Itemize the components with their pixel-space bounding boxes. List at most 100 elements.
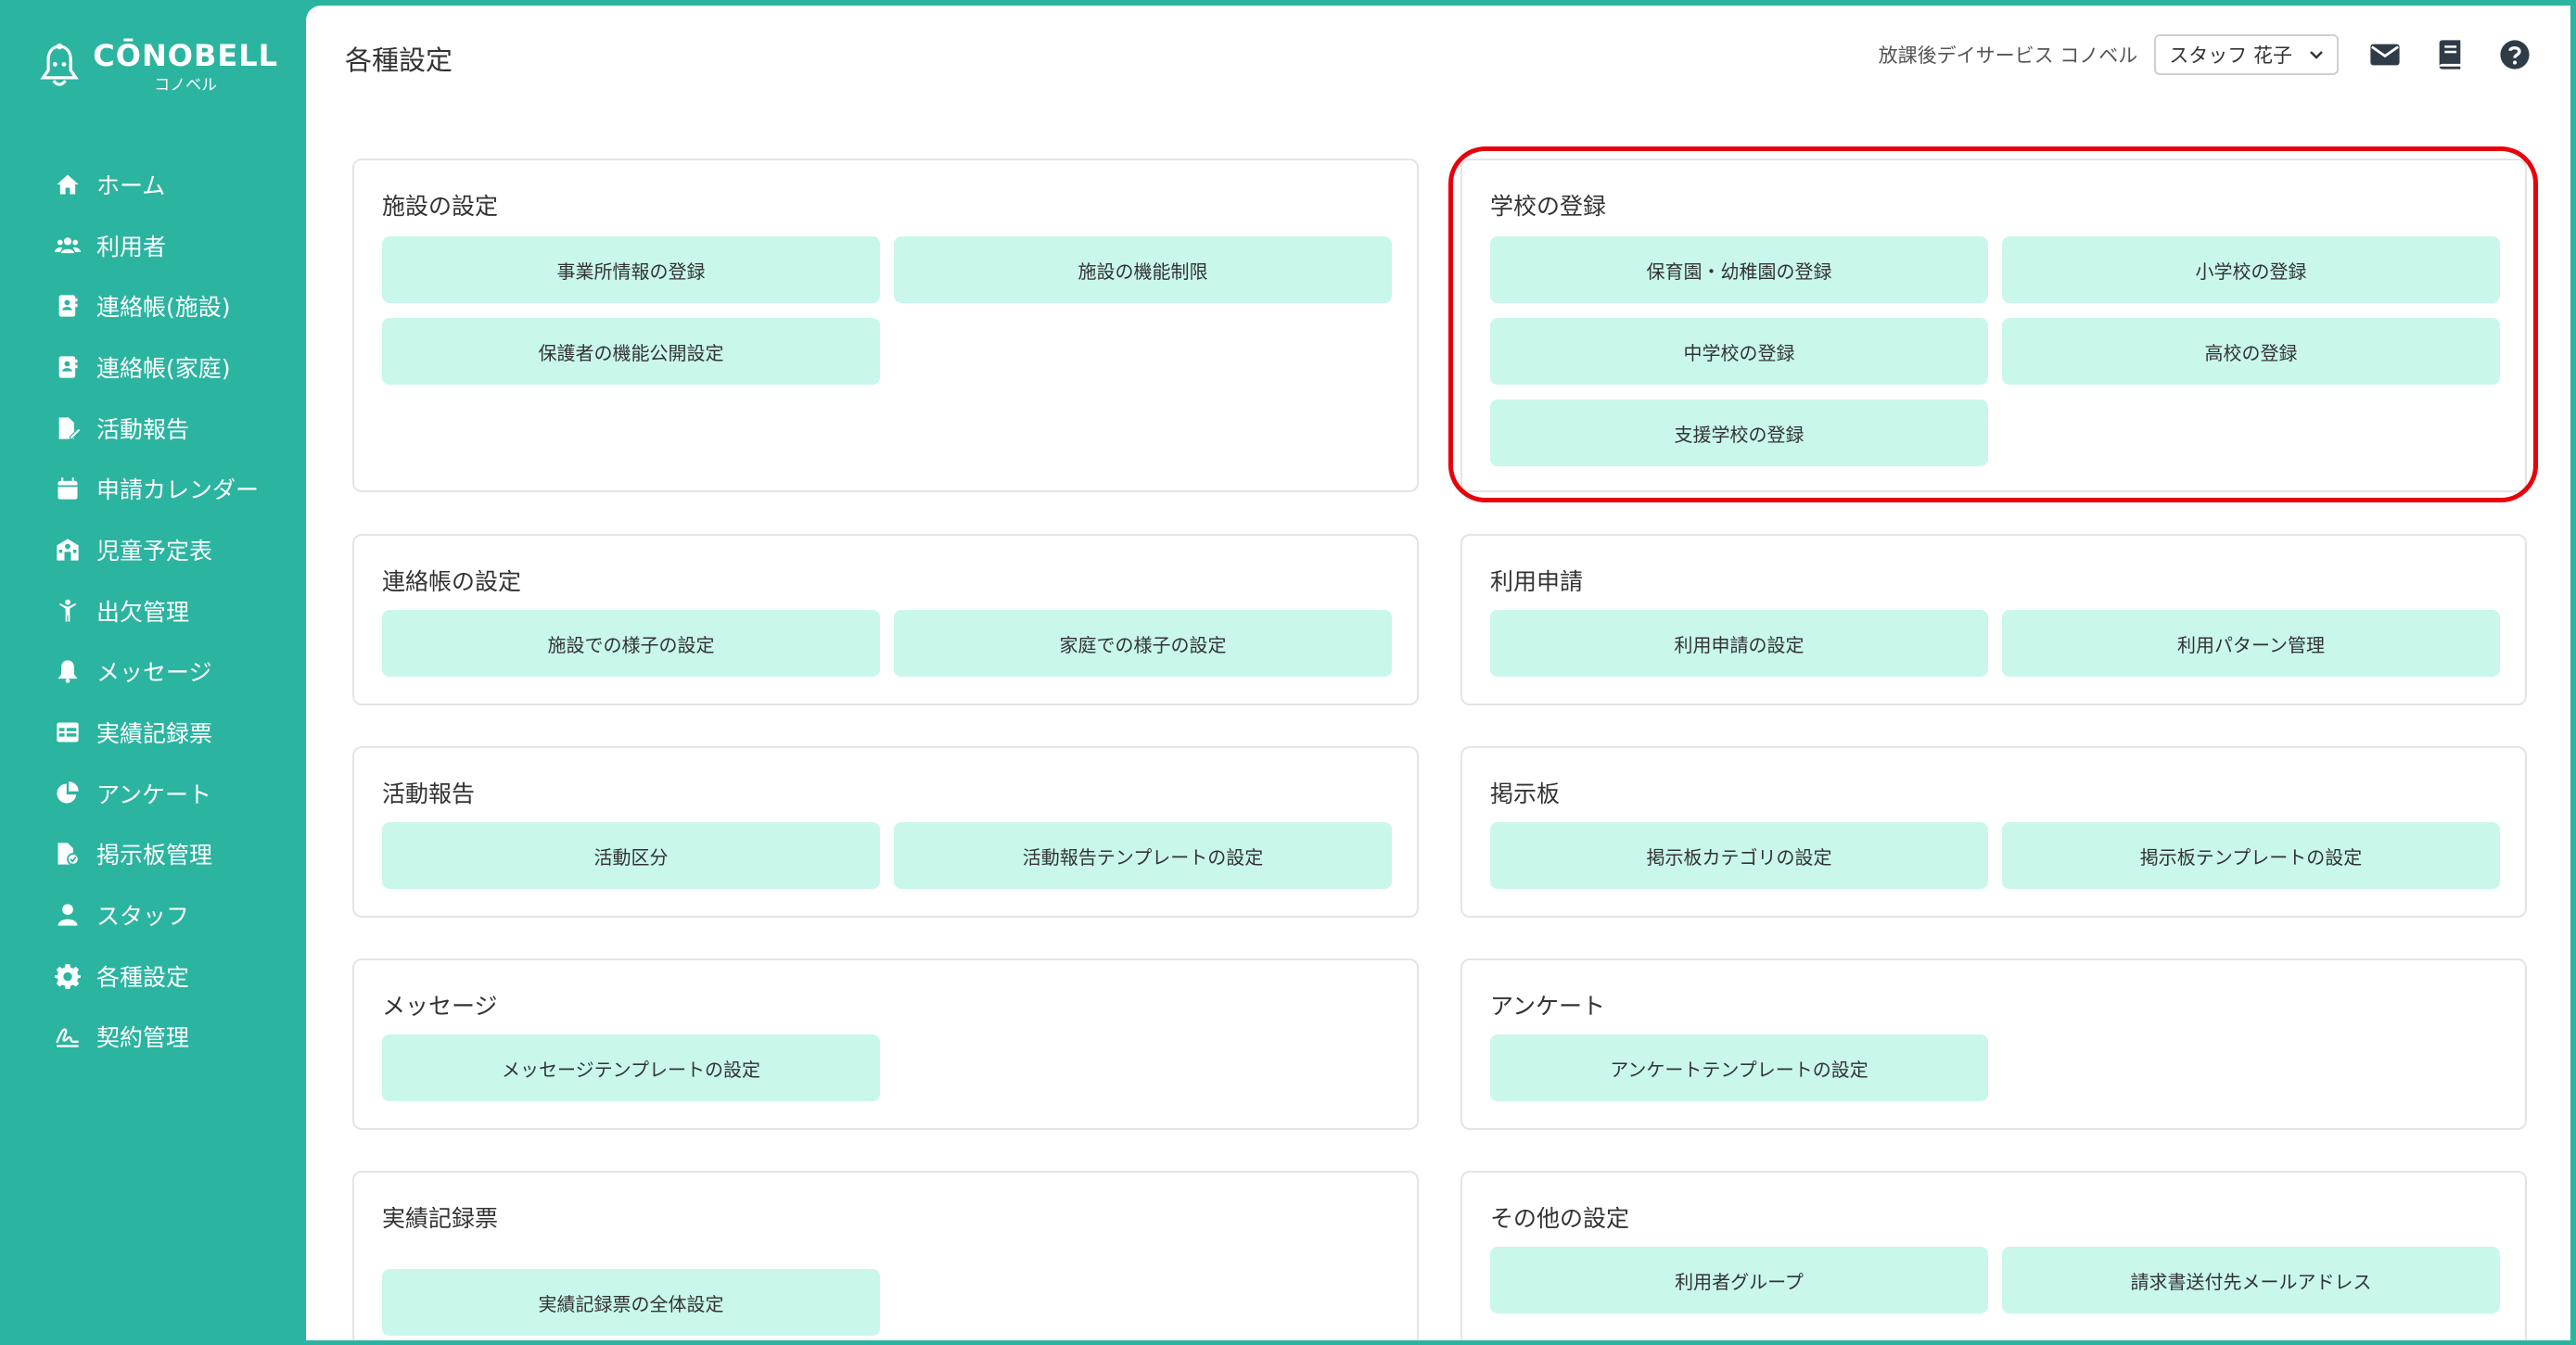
card-activity-report: 活動報告 活動区分 活動報告テンプレートの設定: [352, 746, 1419, 918]
card-title: 実績記録票: [382, 1205, 499, 1232]
sidebar-item-label: 各種設定: [96, 963, 190, 991]
page-title: 各種設定: [345, 44, 453, 76]
sidebar-item-label: 出欠管理: [96, 598, 190, 626]
card-school-registration: 学校の登録 保育園・幼稚園の登録 小学校の登録 中学校の登録 高校の登録 支援学…: [1460, 159, 2527, 492]
contact-book-icon: [54, 292, 82, 320]
sidebar-item-staff[interactable]: スタッフ: [0, 884, 306, 945]
sidebar: CŌNOBELL コノベル ホーム 利用者 連絡帳(施設) 連絡帳(家庭) 活動…: [0, 0, 306, 1345]
pie-chart-icon: [54, 780, 82, 807]
contact-book-icon: [54, 353, 82, 381]
facility-name: 放課後デイサービス コノベル: [1878, 44, 2138, 67]
sidebar-item-record[interactable]: 実績記録票: [0, 702, 306, 763]
card-title: アンケート: [1490, 993, 1606, 1020]
invoice-email-button[interactable]: 請求書送付先メールアドレス: [2002, 1247, 2500, 1313]
attendance-icon: [54, 597, 82, 625]
card-usage-application: 利用申請 利用申請の設定 利用パターン管理: [1460, 534, 2527, 705]
logo[interactable]: CŌNOBELL コノベル: [37, 33, 278, 98]
facility-function-limit-button[interactable]: 施設の機能制限: [894, 236, 1392, 303]
card-title: 連絡帳の設定: [382, 568, 522, 595]
book-icon: [2439, 40, 2461, 70]
sidebar-item-schedule[interactable]: 児童予定表: [0, 519, 306, 580]
survey-template-button[interactable]: アンケートテンプレートの設定: [1490, 1034, 1988, 1101]
activity-category-button[interactable]: 活動区分: [382, 822, 880, 889]
staff-icon: [54, 901, 82, 929]
card-title: 掲示板: [1490, 780, 1561, 807]
board-template-button[interactable]: 掲示板テンプレートの設定: [2002, 822, 2500, 889]
header-toolbar: 放課後デイサービス コノベル スタッフ 花子: [1879, 33, 2533, 76]
message-template-button[interactable]: メッセージテンプレートの設定: [382, 1034, 880, 1101]
sidebar-item-contact-home[interactable]: 連絡帳(家庭): [0, 336, 306, 398]
sidebar-item-attendance[interactable]: 出欠管理: [0, 580, 306, 641]
help-icon: [2500, 40, 2530, 70]
sidebar-item-message[interactable]: メッセージ: [0, 641, 306, 703]
sidebar-nav: ホーム 利用者 連絡帳(施設) 連絡帳(家庭) 活動報告 申請カレンダー 児童予…: [0, 154, 306, 1067]
card-title: その他の設定: [1490, 1205, 1630, 1232]
sidebar-item-users[interactable]: 利用者: [0, 215, 306, 276]
card-record: 実績記録票 実績記録票の全体設定: [352, 1171, 1419, 1340]
sidebar-item-label: 連絡帳(家庭): [96, 354, 231, 382]
bell-icon: [54, 657, 82, 685]
sidebar-item-label: 申請カレンダー: [96, 476, 260, 504]
gear-icon: [54, 962, 82, 990]
sidebar-item-label: 連絡帳(施設): [96, 294, 231, 322]
sidebar-item-board[interactable]: 掲示板管理: [0, 824, 306, 885]
card-bulletin-board: 掲示板 掲示板カテゴリの設定 掲示板テンプレートの設定: [1460, 746, 2527, 918]
logo-text: CŌNOBELL: [93, 37, 278, 73]
activity-template-button[interactable]: 活動報告テンプレートの設定: [894, 822, 1392, 889]
office-info-button[interactable]: 事業所情報の登録: [382, 236, 880, 303]
sidebar-item-contact-facility[interactable]: 連絡帳(施設): [0, 275, 306, 336]
board-file-icon: [54, 840, 82, 868]
help-button[interactable]: [2496, 36, 2533, 73]
staff-select-value: スタッフ 花子: [2169, 44, 2292, 67]
sidebar-item-label: 掲示板管理: [96, 842, 213, 869]
sidebar-item-label: 活動報告: [96, 415, 190, 443]
sidebar-item-label: 児童予定表: [96, 537, 213, 565]
bell-logo-icon: [40, 43, 79, 86]
table-icon: [54, 718, 82, 746]
card-survey: アンケート アンケートテンプレートの設定: [1460, 958, 2527, 1130]
support-school-registration-button[interactable]: 支援学校の登録: [1490, 400, 1988, 466]
usage-application-settings-button[interactable]: 利用申請の設定: [1490, 610, 1988, 677]
mail-icon: [2370, 44, 2400, 66]
calendar-icon: [54, 475, 82, 502]
card-title: 利用申請: [1490, 568, 1584, 595]
nursery-registration-button[interactable]: 保育園・幼稚園の登録: [1490, 236, 1988, 303]
users-icon: [54, 232, 82, 260]
sidebar-item-calendar[interactable]: 申請カレンダー: [0, 458, 306, 519]
chevron-down-icon: [2310, 51, 2323, 59]
card-title: 施設の設定: [382, 193, 499, 220]
board-category-button[interactable]: 掲示板カテゴリの設定: [1490, 822, 1988, 889]
high-school-registration-button[interactable]: 高校の登録: [2002, 318, 2500, 385]
elementary-registration-button[interactable]: 小学校の登録: [2002, 236, 2500, 303]
manual-button[interactable]: [2431, 36, 2468, 73]
mail-button[interactable]: [2366, 36, 2404, 73]
usage-pattern-button[interactable]: 利用パターン管理: [2002, 610, 2500, 677]
card-facility-settings: 施設の設定 事業所情報の登録 施設の機能制限 保護者の機能公開設定: [352, 159, 1419, 492]
school-schedule-icon: [54, 536, 82, 564]
sidebar-item-label: ホーム: [96, 171, 166, 199]
main-panel: 各種設定 放課後デイサービス コノベル スタッフ 花子 施設の設定 事業所情報の…: [306, 6, 2570, 1340]
guardian-function-public-button[interactable]: 保護者の機能公開設定: [382, 318, 880, 385]
record-overall-settings-button[interactable]: 実績記録票の全体設定: [382, 1269, 880, 1336]
sidebar-item-label: アンケート: [96, 780, 212, 808]
home-icon: [54, 171, 82, 198]
sidebar-item-contract[interactable]: 契約管理: [0, 1007, 306, 1068]
card-message: メッセージ メッセージテンプレートの設定: [352, 958, 1419, 1130]
home-status-settings-button[interactable]: 家庭での様子の設定: [894, 610, 1392, 677]
card-title: 活動報告: [382, 780, 476, 807]
contract-signature-icon: [54, 1022, 82, 1050]
sidebar-item-settings[interactable]: 各種設定: [0, 945, 306, 1007]
sidebar-item-home[interactable]: ホーム: [0, 154, 306, 215]
card-contact-settings: 連絡帳の設定 施設での様子の設定 家庭での様子の設定: [352, 534, 1419, 705]
junior-high-registration-button[interactable]: 中学校の登録: [1490, 318, 1988, 385]
sidebar-item-label: スタッフ: [96, 903, 190, 931]
staff-select[interactable]: スタッフ 花子: [2154, 34, 2339, 75]
sidebar-item-label: メッセージ: [96, 659, 212, 687]
sidebar-item-activity-report[interactable]: 活動報告: [0, 398, 306, 459]
facility-status-settings-button[interactable]: 施設での様子の設定: [382, 610, 880, 677]
sidebar-item-label: 契約管理: [96, 1024, 190, 1052]
sidebar-item-survey[interactable]: アンケート: [0, 763, 306, 824]
card-title: 学校の登録: [1490, 193, 1607, 220]
card-other-settings: その他の設定 利用者グループ 請求書送付先メールアドレス: [1460, 1171, 2527, 1340]
user-group-button[interactable]: 利用者グループ: [1490, 1247, 1988, 1313]
